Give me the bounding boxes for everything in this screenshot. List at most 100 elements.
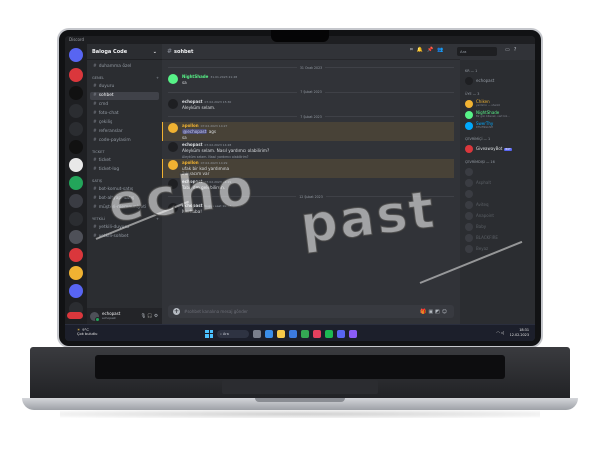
pin-icon[interactable]: 📌 [427,47,433,53]
channel-item[interactable]: # code-paylasim [90,137,159,145]
avatar[interactable] [168,123,178,133]
bell-icon[interactable]: 🔔 [417,47,423,53]
avatar [465,212,473,220]
category-header[interactable]: GENEL + [92,76,159,80]
member-status: KTS ENGLISH [476,126,493,129]
server-icon[interactable] [69,104,83,118]
inbox-icon[interactable]: ▭ [505,47,510,53]
windows-start-icon[interactable] [205,329,213,338]
channel-item[interactable]: # referanslar [90,128,159,136]
hash-icon: # [93,84,97,89]
gear-icon[interactable]: ⚙ [154,314,159,319]
clock[interactable]: 18:31 12.02.2023 [510,328,529,337]
channel-item[interactable]: # ticket [90,157,159,165]
channel-label: çekiliş [98,120,113,125]
file-explorer-icon[interactable] [277,329,285,338]
channel-item[interactable]: # duyuru [90,83,159,91]
message-mention[interactable]: apollon 07.02.2023 14:27 @echopast ags sa [162,122,454,141]
server-icon[interactable] [69,284,83,298]
channel-item[interactable]: # çekiliş [90,119,159,127]
channel-item[interactable]: # foto-chat [90,110,159,118]
message-author[interactable]: echopast [182,99,203,104]
server-icon[interactable] [69,248,83,262]
app-icon[interactable] [349,329,357,338]
edge-icon[interactable] [265,329,273,338]
avatar [465,179,473,187]
server-icon[interactable] [69,176,83,190]
member-name: echopast [476,78,495,83]
server-icon[interactable] [69,140,83,154]
server-icon[interactable] [69,266,83,280]
member-item[interactable]: GiveawayBot BOT [465,144,530,154]
message[interactable]: NightShade 31.01.2023 21:28 sa [168,73,454,87]
avatar [465,122,473,130]
member-item[interactable] [465,189,530,199]
avatar[interactable] [90,311,100,322]
emoji-icon[interactable]: ☺ [442,309,449,315]
hash-icon: # [93,129,97,134]
server-icon[interactable] [69,86,83,100]
avatar [465,245,473,253]
server-icon[interactable] [69,158,83,172]
instagram-icon[interactable] [313,329,321,338]
channel-item[interactable]: # duhamma özel [90,63,159,71]
channel-item[interactable]: # cmd [90,101,159,109]
sticker-icon[interactable]: ◩ [435,309,442,315]
hash-icon: # [93,138,97,143]
store-icon[interactable] [289,329,297,338]
member-item[interactable]: NightShade Bir gün bitecek, vart biz… [465,110,530,120]
user-mention[interactable]: @echopast [182,129,208,134]
message-author[interactable]: echopast [182,142,203,147]
message-composer[interactable]: + #sohbet kanalına mesaj gönder 🎁▣◩☺ [168,305,454,318]
taskbar: ☀ 9°C Çok bulutlu ⌕ Ara ◠◁ 18:31 12.02.20… [65,324,535,341]
server-icon[interactable] [69,68,83,82]
chevron-down-icon: ⌄ [152,49,157,55]
member-item[interactable]: Asphalt [465,178,530,188]
member-item[interactable] [465,167,530,177]
add-channel-icon[interactable]: + [156,76,159,80]
add-attachment-icon[interactable]: + [173,308,180,315]
volume-icon[interactable]: ◁ [501,330,505,335]
member-item[interactable]: Anapoint [465,211,530,221]
headphones-icon[interactable]: 🎧 [147,314,154,319]
member-item[interactable]: Chiken yardımcı — sharkil [465,99,530,109]
member-item[interactable]: Aviteq [465,200,530,210]
discord-icon[interactable] [337,329,345,338]
channel-item-active[interactable]: # sohbet [90,92,159,100]
task-view-icon[interactable] [253,329,261,338]
weather-widget[interactable]: ☀ 9°C Çok bulutlu [77,328,97,336]
channel-label: duhamma özel [98,64,132,69]
server-icon[interactable] [69,122,83,136]
message[interactable]: echopast 07.02.2023 15:30 Aleyküm selam. [168,98,454,112]
member-item[interactable]: echopast [465,76,530,86]
chrome-icon[interactable] [301,329,309,338]
server-icon[interactable] [69,194,83,208]
discord-home-icon[interactable] [69,48,83,62]
message-author[interactable]: apollon [182,123,199,128]
server-icon[interactable] [69,230,83,244]
trackpad [222,380,378,394]
server-header[interactable]: Baloga Code ⌄ [87,44,162,60]
channel-label: duyuru [98,84,115,89]
bot-badge: BOT [504,147,512,151]
message-time: 07.02.2023 14:27 [200,124,228,128]
spotify-icon[interactable] [325,329,333,338]
server-icon[interactable] [69,212,83,226]
notification-pill[interactable] [67,312,83,319]
category-header[interactable]: TICKET [92,150,159,154]
avatar[interactable] [168,98,178,109]
channel-title: sohbet [174,48,194,55]
help-icon[interactable]: ? [514,47,517,53]
search-input[interactable]: Ara [457,47,497,56]
member-item[interactable]: Baby [465,222,530,232]
member-item[interactable]: SwerThy KTS ENGLISH [465,121,530,131]
message-author[interactable]: NightShade [182,74,208,79]
taskbar-search[interactable]: ⌕ Ara [217,329,249,338]
date-divider: 7 Şubat 2023 [168,89,454,96]
threads-icon[interactable]: ⌗ [410,47,413,53]
message[interactable]: echopast 07.02.2023 14:28 Aleyküm selam. … [168,141,454,155]
members-icon[interactable]: 👥 [437,47,443,53]
avatar[interactable] [168,142,178,152]
avatar[interactable] [168,74,178,84]
search-placeholder: Ara [460,49,467,54]
